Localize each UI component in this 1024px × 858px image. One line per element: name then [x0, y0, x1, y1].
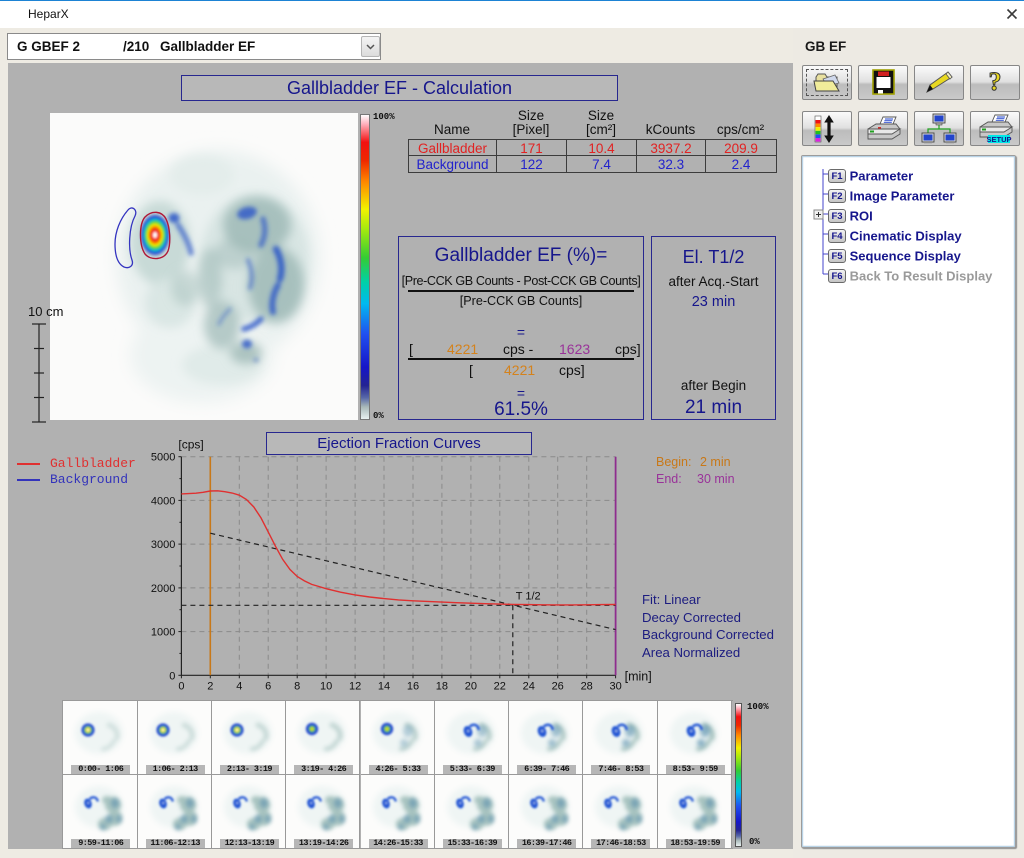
svg-text:24: 24: [523, 680, 535, 692]
svg-text:0: 0: [169, 670, 175, 682]
svg-text:3000: 3000: [151, 539, 175, 551]
svg-text:SETUP: SETUP: [986, 135, 1011, 144]
svg-text:30: 30: [609, 680, 621, 692]
svg-text:0: 0: [178, 680, 184, 692]
svg-text:[cps]: [cps]: [178, 438, 203, 452]
svg-text:T 1/2: T 1/2: [516, 590, 541, 602]
svg-text:2000: 2000: [151, 583, 175, 595]
svg-text:2: 2: [207, 680, 213, 692]
svg-text:4000: 4000: [151, 495, 175, 507]
svg-text:10: 10: [320, 680, 332, 692]
svg-text:8: 8: [294, 680, 300, 692]
svg-text:[min]: [min]: [625, 669, 652, 683]
svg-text:22: 22: [494, 680, 506, 692]
svg-text:6: 6: [265, 680, 271, 692]
svg-text:18: 18: [436, 680, 448, 692]
svg-text:1000: 1000: [151, 627, 175, 639]
svg-text:28: 28: [581, 680, 593, 692]
svg-text:16: 16: [407, 680, 419, 692]
svg-text:12: 12: [349, 680, 361, 692]
svg-text:20: 20: [465, 680, 477, 692]
svg-text:14: 14: [378, 680, 390, 692]
svg-text:4: 4: [236, 680, 242, 692]
svg-text:?: ?: [989, 67, 1002, 96]
svg-text:26: 26: [552, 680, 564, 692]
